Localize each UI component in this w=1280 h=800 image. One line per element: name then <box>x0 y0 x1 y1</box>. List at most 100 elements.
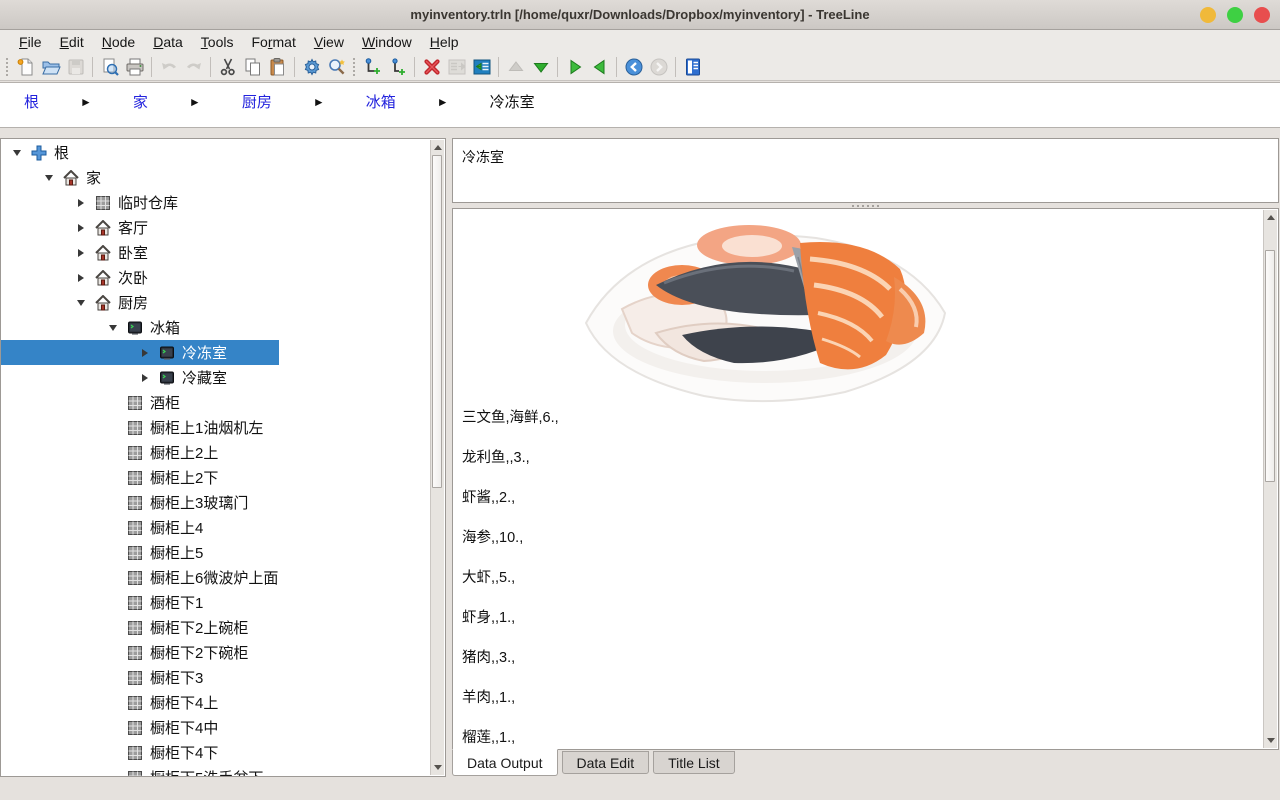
expander-closed-icon[interactable] <box>139 347 151 359</box>
toolbar-drag-handle[interactable] <box>5 57 10 77</box>
breadcrumb-link[interactable]: 冰箱 <box>366 91 396 112</box>
scroll-up-button[interactable] <box>1264 211 1277 224</box>
scroll-down-button[interactable] <box>1264 734 1277 747</box>
tree-item[interactable]: 次卧 <box>1 265 431 290</box>
menu-help[interactable]: Help <box>421 32 468 52</box>
terminal-icon <box>159 345 175 361</box>
menu-view[interactable]: View <box>305 32 353 52</box>
menu-node[interactable]: Node <box>93 32 144 52</box>
tree-item[interactable]: 根 <box>1 140 431 165</box>
tree-item[interactable]: 橱柜下3 <box>1 665 431 690</box>
tree-item[interactable]: 橱柜上3玻璃门 <box>1 490 431 515</box>
print-preview-icon[interactable] <box>97 55 122 79</box>
tree-item[interactable]: 临时仓库 <box>1 190 431 215</box>
tree-item[interactable]: 橱柜下4上 <box>1 690 431 715</box>
tree-item-label: 根 <box>54 142 69 163</box>
tree-item[interactable]: 橱柜上2下 <box>1 465 431 490</box>
expander-closed-icon[interactable] <box>75 272 87 284</box>
maximize-button[interactable] <box>1227 7 1243 23</box>
tree-scrollbar[interactable] <box>430 140 444 775</box>
toolbar-separator <box>92 57 93 77</box>
tab-data-edit[interactable]: Data Edit <box>562 751 650 774</box>
tree-item[interactable]: 橱柜下4中 <box>1 715 431 740</box>
tree-item[interactable]: 橱柜下2下碗柜 <box>1 640 431 665</box>
node-title-text: 冷冻室 <box>462 149 504 165</box>
tree-item[interactable]: 家 <box>1 165 431 190</box>
tree-item[interactable]: 酒柜 <box>1 390 431 415</box>
move-down-icon[interactable] <box>528 55 553 79</box>
tree-item[interactable]: 冷冻室 <box>1 340 431 365</box>
breadcrumb-link[interactable]: 家 <box>133 91 148 112</box>
menu-window[interactable]: Window <box>353 32 421 52</box>
output-line: 龙利鱼,,3., <box>462 449 559 467</box>
toolbar-drag-handle[interactable] <box>352 57 357 77</box>
menu-data[interactable]: Data <box>144 32 192 52</box>
scrollbar-thumb[interactable] <box>1265 250 1275 482</box>
minimize-button[interactable] <box>1200 7 1216 23</box>
output-scrollbar[interactable] <box>1263 210 1277 748</box>
settings-gear-icon[interactable] <box>299 55 324 79</box>
go-back-icon[interactable] <box>621 55 646 79</box>
delete-node-icon[interactable] <box>419 55 444 79</box>
print-icon[interactable] <box>122 55 147 79</box>
open-file-icon[interactable] <box>38 55 63 79</box>
copy-icon[interactable] <box>240 55 265 79</box>
tree-item[interactable]: 橱柜下1 <box>1 590 431 615</box>
save-file-icon <box>63 55 88 79</box>
expander-closed-icon[interactable] <box>75 247 87 259</box>
find-icon[interactable] <box>324 55 349 79</box>
insert-sibling-before-icon[interactable] <box>360 55 385 79</box>
tree-item-label: 橱柜下4中 <box>150 717 218 738</box>
tree-panel[interactable]: 根家临时仓库客厅卧室次卧厨房冰箱冷冻室冷藏室酒柜橱柜上1油烟机左橱柜上2上橱柜上… <box>0 138 446 777</box>
tree-item[interactable]: 卧室 <box>1 240 431 265</box>
tree-item[interactable]: 橱柜下5洗手盆下 <box>1 765 431 777</box>
menubar: FileEditNodeDataToolsFormatViewWindowHel… <box>0 30 1280 53</box>
menu-tools[interactable]: Tools <box>192 32 243 52</box>
scroll-up-button[interactable] <box>431 141 444 154</box>
insert-child-icon[interactable] <box>385 55 410 79</box>
expander-closed-icon[interactable] <box>75 197 87 209</box>
expander-open-icon[interactable] <box>11 147 23 159</box>
grid-icon <box>127 670 143 686</box>
menu-format[interactable]: Format <box>242 32 304 52</box>
go-prev-icon[interactable] <box>587 55 612 79</box>
tree-item[interactable]: 冷藏室 <box>1 365 431 390</box>
tree-item[interactable]: 客厅 <box>1 215 431 240</box>
tree-item[interactable]: 橱柜下2上碗柜 <box>1 615 431 640</box>
menu-edit[interactable]: Edit <box>51 32 93 52</box>
expander-open-icon[interactable] <box>75 297 87 309</box>
breadcrumb-link[interactable]: 厨房 <box>242 91 272 112</box>
tab-title-list[interactable]: Title List <box>653 751 735 774</box>
terminal-icon <box>127 320 143 336</box>
go-next-icon[interactable] <box>562 55 587 79</box>
data-output-panel[interactable]: 三文鱼,海鲜,6.,龙利鱼,,3.,虾酱,,2.,海参,,10.,大虾,,5.,… <box>452 208 1279 750</box>
toggle-child-pane-icon[interactable] <box>680 55 705 79</box>
tree-item[interactable]: 冰箱 <box>1 315 431 340</box>
tree-item-label: 酒柜 <box>150 392 180 413</box>
tree-item[interactable]: 橱柜上6微波炉上面 <box>1 565 431 590</box>
tree-item[interactable]: 橱柜下4下 <box>1 740 431 765</box>
close-button[interactable] <box>1254 7 1270 23</box>
window-titlebar[interactable]: myinventory.trln [/home/quxr/Downloads/D… <box>0 0 1280 30</box>
cut-icon[interactable] <box>215 55 240 79</box>
tree-item[interactable]: 橱柜上4 <box>1 515 431 540</box>
paste-icon[interactable] <box>265 55 290 79</box>
breadcrumb-link[interactable]: 根 <box>24 91 39 112</box>
expander-closed-icon[interactable] <box>139 372 151 384</box>
shift-left-icon[interactable] <box>469 55 494 79</box>
expander-open-icon[interactable] <box>107 322 119 334</box>
expander-closed-icon[interactable] <box>75 222 87 234</box>
new-file-icon[interactable] <box>13 55 38 79</box>
redo-icon <box>181 55 206 79</box>
tree-item[interactable]: 橱柜上5 <box>1 540 431 565</box>
tree-item[interactable]: 厨房 <box>1 290 431 315</box>
tab-data-output[interactable]: Data Output <box>452 749 558 776</box>
expander-spacer <box>107 572 119 584</box>
menu-file[interactable]: File <box>10 32 51 52</box>
scroll-down-button[interactable] <box>431 761 444 774</box>
tree-item[interactable]: 橱柜上2上 <box>1 440 431 465</box>
scrollbar-thumb[interactable] <box>432 155 442 488</box>
expander-open-icon[interactable] <box>43 172 55 184</box>
tree-item[interactable]: 橱柜上1油烟机左 <box>1 415 431 440</box>
tree-item-label: 橱柜下3 <box>150 667 203 688</box>
